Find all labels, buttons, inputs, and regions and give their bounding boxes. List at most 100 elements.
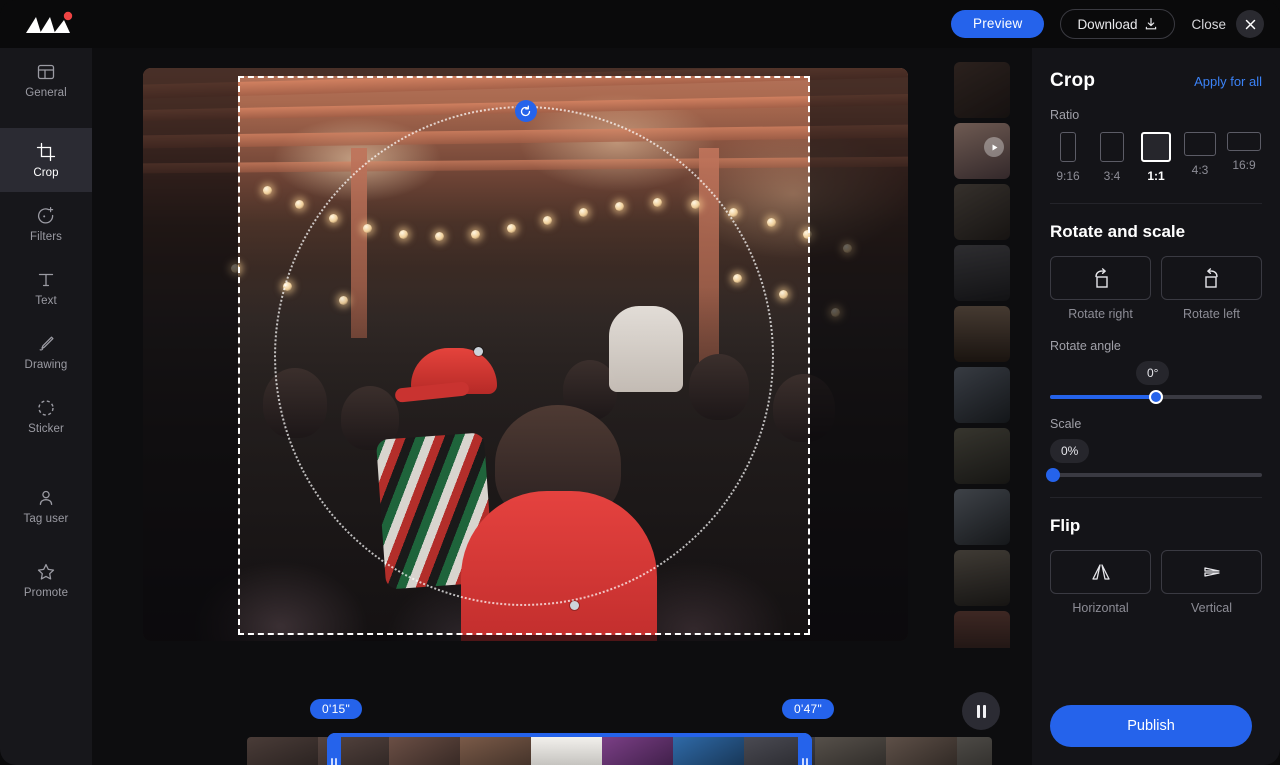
apply-for-all-link[interactable]: Apply for all (1194, 74, 1262, 89)
ratio-option-3-4[interactable]: 3:4 (1094, 132, 1130, 183)
timeline-frame[interactable] (957, 737, 992, 765)
clip-thumbnail-rail[interactable] (954, 62, 1016, 648)
app-logo[interactable] (24, 11, 84, 37)
timeline-frame[interactable] (531, 737, 602, 765)
ratio-label-1-1: 1:1 (1147, 169, 1165, 183)
flip-horizontal-button[interactable] (1050, 550, 1151, 594)
crowd-head (773, 374, 835, 442)
sidebar-item-general[interactable]: General (0, 48, 92, 112)
scale-slider[interactable] (1046, 468, 1262, 482)
video-editor-window: Preview Download Close General Crop Filt… (0, 0, 1280, 765)
list-item[interactable] (954, 245, 1010, 301)
timeline-start-badge: 0'15" (310, 699, 363, 719)
pergola-beam (143, 68, 908, 99)
list-item[interactable] (954, 367, 1010, 423)
rotate-right-icon (1094, 268, 1108, 288)
flip-button-labels: Horizontal Vertical (1050, 601, 1262, 615)
ratio-shape-1-1 (1141, 132, 1171, 162)
crowd-head (689, 354, 749, 420)
rotate-angle-slider-fill (1050, 395, 1156, 399)
video-canvas[interactable] (143, 68, 908, 641)
crop-handle-left[interactable] (474, 347, 483, 356)
editor-stage: 0'15" 0'47" (92, 48, 1032, 765)
list-item[interactable] (954, 489, 1010, 545)
list-item[interactable] (954, 62, 1010, 118)
timeline-filmstrip[interactable] (247, 737, 992, 765)
download-button[interactable]: Download (1060, 9, 1176, 39)
sidebar-item-sticker-label: Sticker (28, 422, 64, 435)
timeline-trim-handle-start[interactable] (327, 733, 341, 765)
sidebar-item-filters[interactable]: Filters (0, 192, 92, 256)
close-button[interactable] (1236, 10, 1264, 38)
sidebar-item-drawing-label: Drawing (24, 358, 68, 371)
timeline-trim-handle-end[interactable] (798, 733, 812, 765)
sparkle-icon (38, 206, 54, 224)
rotate-right-button[interactable] (1050, 256, 1151, 300)
crop-handle-bottom[interactable] (570, 601, 579, 610)
star-icon (37, 563, 55, 580)
timeline-frame[interactable] (389, 737, 460, 765)
timeline-frame[interactable] (602, 737, 673, 765)
string-light (843, 244, 852, 253)
editor-sidebar: General Crop Filters Text Drawing Sticke… (0, 48, 92, 765)
string-light (295, 200, 304, 209)
preview-button[interactable]: Preview (951, 10, 1045, 38)
flip-vertical-icon (1203, 567, 1220, 577)
ratio-shape-4-3 (1184, 132, 1216, 156)
rotate-angle-slider[interactable] (1050, 390, 1262, 404)
close-label: Close (1191, 16, 1226, 32)
rotate-angle-slider-thumb[interactable] (1149, 390, 1163, 404)
string-light (691, 200, 700, 209)
timeline-frame[interactable] (815, 737, 886, 765)
app-header: Preview Download Close (0, 0, 1280, 48)
sidebar-item-tag-user[interactable]: Tag user (0, 474, 92, 538)
scale-slider-thumb[interactable] (1046, 468, 1060, 482)
rotate-left-button[interactable] (1161, 256, 1262, 300)
flip-vertical-button[interactable] (1161, 550, 1262, 594)
sidebar-item-text[interactable]: Text (0, 256, 92, 320)
string-light (363, 224, 372, 233)
grip-line (806, 758, 808, 765)
timeline-frame[interactable] (247, 737, 318, 765)
ratio-label: Ratio (1050, 108, 1080, 122)
ratio-option-1-1[interactable]: 1:1 (1138, 132, 1174, 183)
list-item[interactable] (954, 184, 1010, 240)
ratio-option-16-9[interactable]: 16:9 (1226, 132, 1262, 183)
panel-divider (1050, 203, 1262, 204)
timeline-frame[interactable] (673, 737, 744, 765)
timeline-frame[interactable] (460, 737, 531, 765)
string-light (399, 230, 408, 239)
list-item[interactable] (954, 123, 1010, 179)
string-light (231, 264, 240, 273)
play-icon (984, 137, 1004, 157)
sidebar-item-drawing[interactable]: Drawing (0, 320, 92, 384)
ratio-shape-3-4 (1100, 132, 1124, 162)
list-item[interactable] (954, 306, 1010, 362)
grip-line (802, 758, 804, 765)
rotate-handle-icon[interactable] (514, 100, 537, 122)
list-item[interactable] (954, 550, 1010, 606)
timeline-frame[interactable] (886, 737, 957, 765)
string-light (507, 224, 516, 233)
ratio-option-9-16[interactable]: 9:16 (1050, 132, 1086, 183)
ratio-label-16-9: 16:9 (1232, 158, 1256, 172)
rotate-scale-title: Rotate and scale (1050, 222, 1186, 241)
sidebar-item-sticker[interactable]: Sticker (0, 384, 92, 448)
sidebar-item-general-label: General (25, 86, 67, 99)
string-light (543, 216, 552, 225)
sidebar-item-crop[interactable]: Crop (0, 128, 92, 192)
sidebar-item-promote[interactable]: Promote (0, 548, 92, 612)
close-control[interactable]: Close (1191, 10, 1264, 38)
string-light (733, 274, 742, 283)
ratio-option-4-3[interactable]: 4:3 (1182, 132, 1218, 183)
rotate-right-label: Rotate right (1068, 307, 1133, 321)
grip-line (335, 758, 337, 765)
flip-vertical-label: Vertical (1191, 601, 1232, 615)
publish-button[interactable]: Publish (1050, 705, 1252, 747)
flip-buttons (1050, 550, 1262, 594)
list-item[interactable] (954, 428, 1010, 484)
list-item[interactable] (954, 611, 1010, 648)
ratio-label-3-4: 3:4 (1103, 169, 1121, 183)
ratio-shape-9-16 (1060, 132, 1076, 162)
